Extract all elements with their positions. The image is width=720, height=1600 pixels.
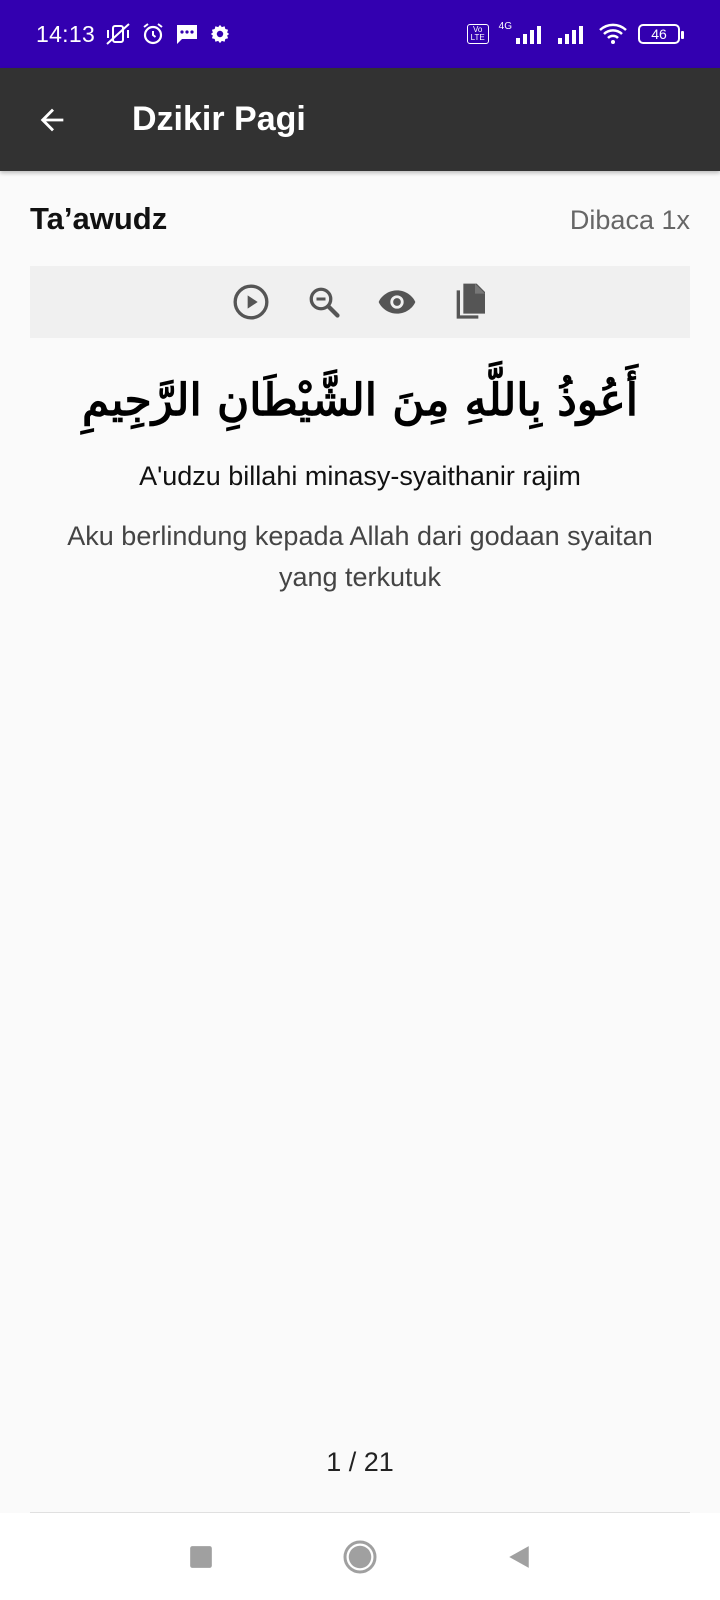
battery-level: 46: [651, 26, 667, 42]
signal-icon-2: [556, 24, 588, 44]
signal-icon: [514, 24, 546, 44]
system-back-button[interactable]: [497, 1535, 541, 1579]
status-bar: 14:13 Vo LTE 4G 46: [0, 0, 720, 68]
volte-bottom: LTE: [470, 33, 485, 42]
message-icon: [175, 23, 199, 45]
dzikir-toolbar: [30, 266, 690, 338]
back-button[interactable]: [0, 68, 104, 171]
dzikir-header: Ta’awudz Dibaca 1x: [30, 201, 690, 237]
network-type: 4G: [498, 20, 512, 32]
alarm-icon: [141, 22, 165, 46]
latin-text: A'udzu billahi minasy-syaithanir rajim: [139, 461, 581, 491]
system-nav-bar: [0, 1513, 720, 1600]
home-icon: [343, 1540, 377, 1573]
copy-icon: [456, 283, 485, 319]
arabic-text: أَعُوذُ بِاللَّهِ مِنَ الشَّيْطَانِ الرَ…: [82, 375, 638, 426]
zoom-icon: [309, 287, 340, 318]
recents-button[interactable]: [179, 1535, 223, 1579]
translation-text: Aku berlindung kepada Allah dari godaan …: [67, 521, 653, 592]
status-right: Vo LTE 4G 46: [466, 20, 684, 45]
page-title: Dzikir Pagi: [132, 100, 306, 138]
battery-icon: 46: [638, 24, 684, 44]
app-bar: Dzikir Pagi: [0, 68, 720, 171]
vibrate-off-icon: [105, 22, 131, 46]
recents-icon: [190, 1545, 212, 1568]
page-indicator: 1 / 21: [326, 1447, 394, 1477]
settings-icon: [209, 23, 231, 45]
zoom-button[interactable]: [304, 282, 344, 322]
volte-icon: Vo LTE: [466, 24, 489, 44]
copy-button[interactable]: [450, 282, 490, 322]
play-icon: [233, 284, 268, 320]
read-count: Dibaca 1x: [569, 205, 690, 235]
view-button[interactable]: [377, 282, 417, 322]
status-time: 14:13: [36, 20, 96, 47]
play-button[interactable]: [231, 282, 271, 322]
eye-icon: [378, 290, 415, 314]
back-icon: [509, 1545, 529, 1568]
dzikir-title: Ta’awudz: [30, 201, 168, 236]
wifi-icon: [598, 23, 628, 45]
home-button[interactable]: [338, 1535, 382, 1579]
status-left: 14:13: [36, 21, 231, 48]
arrow-back-icon: [40, 108, 64, 131]
